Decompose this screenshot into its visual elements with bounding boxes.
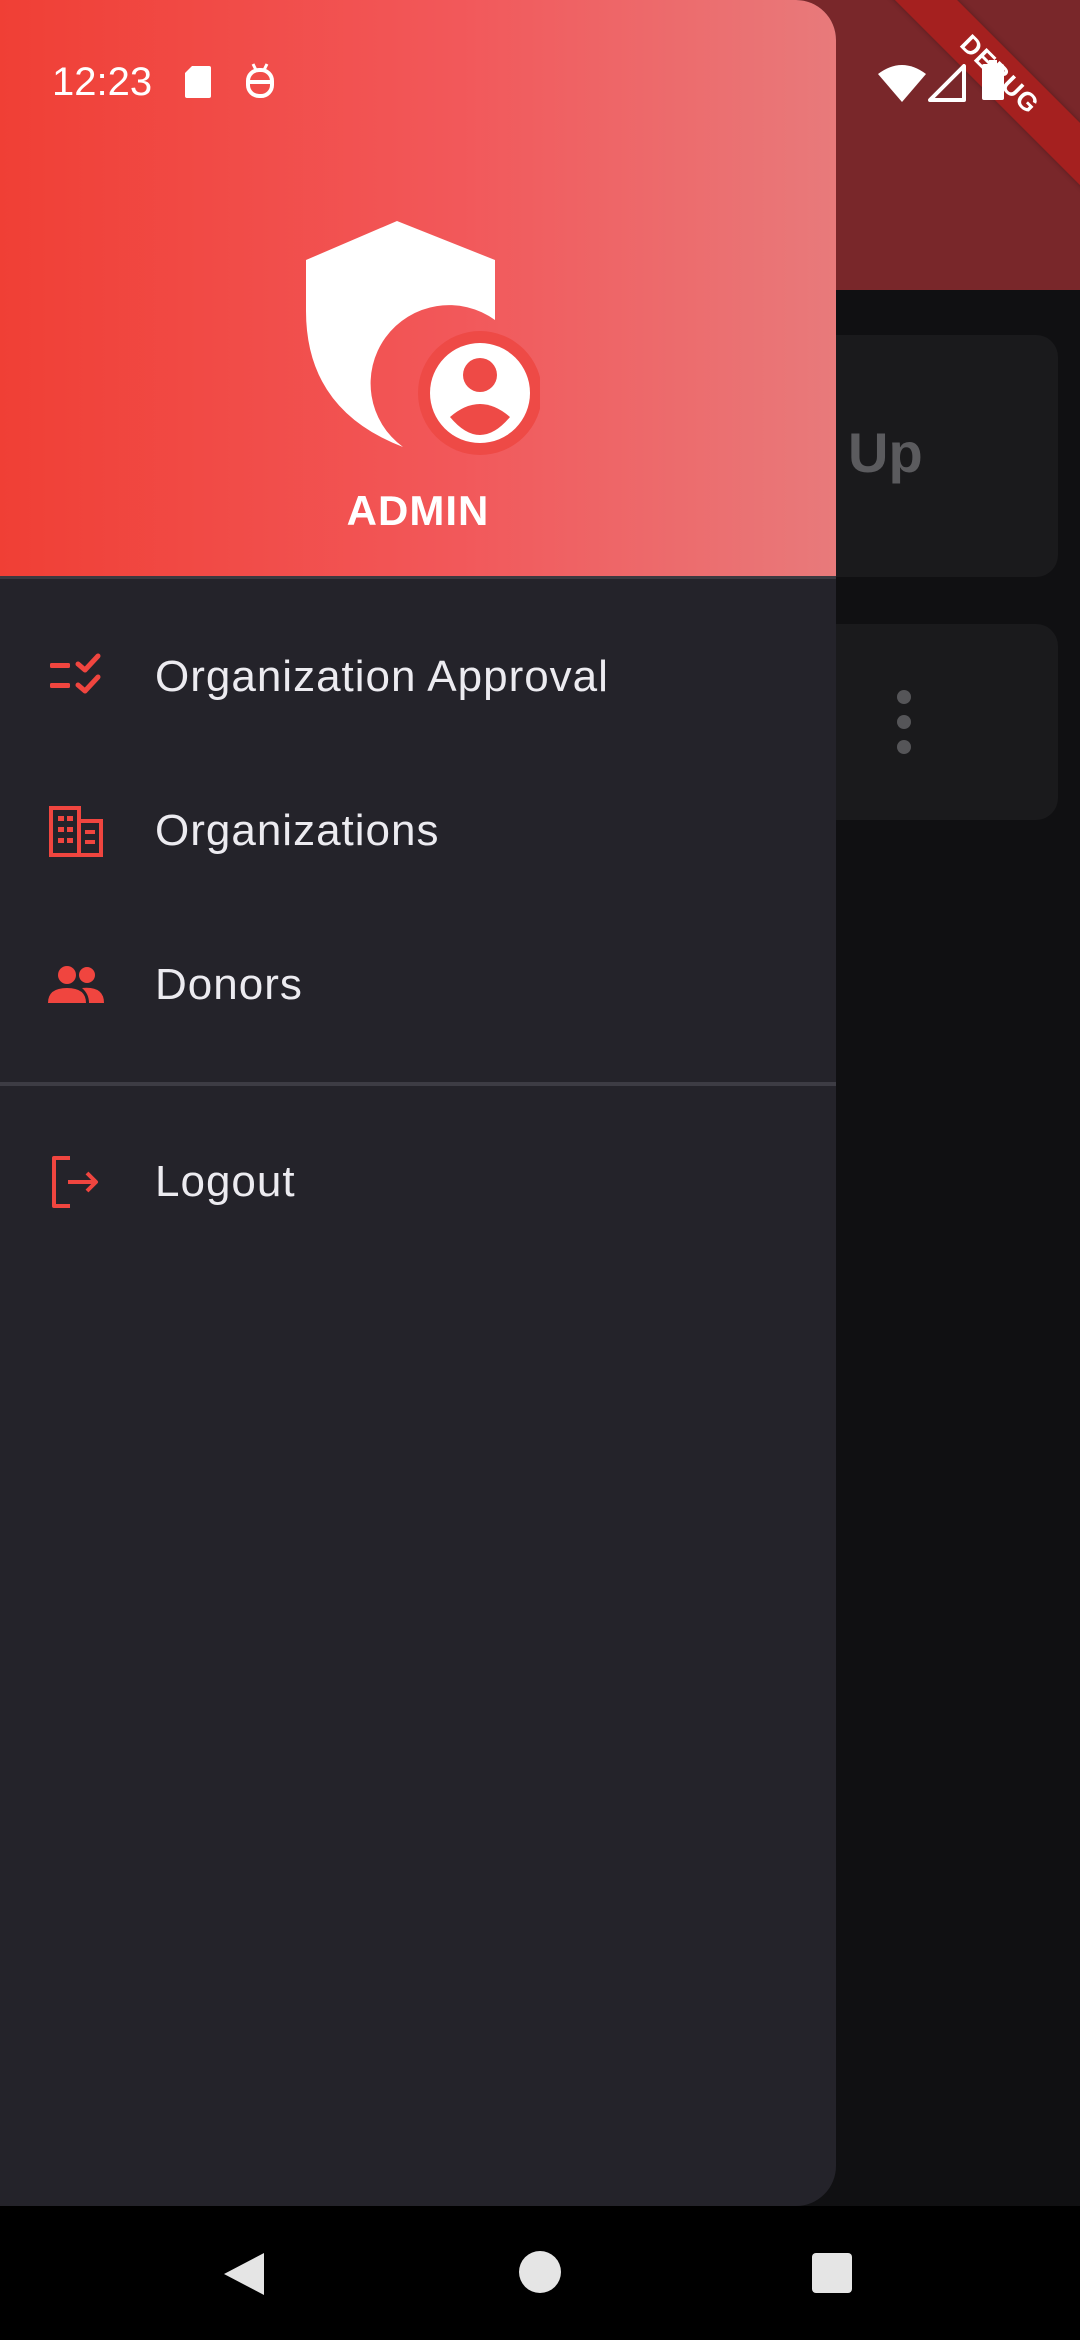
status-time: 12:23	[52, 60, 153, 104]
menu-item-organizations[interactable]: Organizations	[0, 756, 836, 906]
organization-building-icon	[49, 806, 103, 857]
admin-shield-icon	[306, 221, 540, 455]
recents-icon[interactable]	[812, 2253, 852, 2293]
logout-icon	[52, 1156, 98, 1208]
menu-item-label: Organizations	[155, 806, 440, 855]
home-icon[interactable]	[519, 2251, 561, 2293]
header-divider	[0, 576, 836, 579]
menu-item-organization-approval[interactable]: Organization Approval	[0, 602, 836, 752]
checklist-icon	[50, 653, 101, 694]
android-debug-icon	[246, 63, 274, 98]
people-icon	[48, 966, 104, 1003]
system-navigation-bar	[0, 2206, 1080, 2340]
menu-item-donors[interactable]: Donors	[0, 910, 836, 1060]
battery-icon	[982, 60, 1004, 100]
wifi-icon	[878, 65, 926, 102]
background-card-text: Up	[848, 421, 923, 484]
menu-item-label: Organization Approval	[155, 652, 609, 701]
navigation-drawer: ADMIN Organization Approval Organization…	[0, 0, 836, 2206]
menu-item-label: Logout	[155, 1157, 296, 1206]
menu-item-label: Donors	[155, 960, 303, 1009]
back-icon[interactable]	[222, 2251, 268, 2297]
sd-card-icon	[185, 66, 211, 98]
cell-signal-icon	[928, 64, 966, 102]
more-vert-icon	[890, 690, 918, 754]
drawer-header-title: ADMIN	[346, 487, 490, 534]
logout-button[interactable]: Logout	[0, 1107, 836, 1257]
menu-divider	[0, 1082, 836, 1086]
status-bar: 12:23	[0, 0, 1080, 170]
